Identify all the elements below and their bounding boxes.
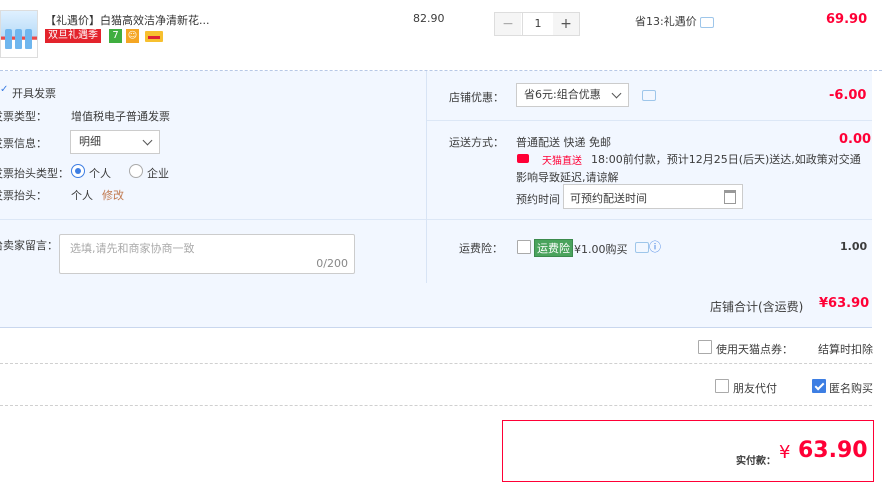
points-note: 结算时扣除 xyxy=(818,343,873,356)
chat-icon[interactable] xyxy=(700,17,714,28)
promotion-note: 省13:礼遇价 xyxy=(635,15,697,28)
invoice-info-select[interactable]: 明细 xyxy=(70,130,160,154)
payment-summary-box: 实付款： ¥ 63.90 xyxy=(502,420,874,482)
invoice-info-value: 明细 xyxy=(79,135,101,148)
divider xyxy=(0,363,872,365)
invoice-edit-link[interactable]: 修改 xyxy=(102,187,124,203)
seller-message-counter: 0/200 xyxy=(316,257,348,270)
store-discount-value: 省6元:组合优惠 xyxy=(524,88,601,101)
divider xyxy=(0,405,872,407)
item-subtotal: 69.90 xyxy=(826,12,868,27)
calendar-icon[interactable] xyxy=(724,190,736,204)
store-discount-amount: -6.00 xyxy=(829,88,867,103)
invoice-info-label: 发票信息： xyxy=(0,137,47,150)
store-total-row: 店铺合计(含运费) ¥63.90 xyxy=(0,283,872,328)
radio-company[interactable] xyxy=(129,164,143,178)
chat-icon[interactable] xyxy=(642,90,656,101)
product-thumbnail[interactable] xyxy=(0,10,38,58)
points-checkbox[interactable] xyxy=(698,340,712,354)
insurance-badge: 运费险 xyxy=(534,239,573,257)
invoice-type-value: 增值税电子普通发票 xyxy=(71,110,170,123)
payment-value: 63.90 xyxy=(798,438,868,463)
radio-personal-label[interactable]: 个人 xyxy=(89,165,111,181)
left-divider xyxy=(0,219,426,220)
invoice-type-label: 发票类型： xyxy=(0,110,47,123)
radio-personal[interactable] xyxy=(71,164,85,178)
invoice-title-label: 发票抬头： xyxy=(0,189,47,202)
chevron-down-icon xyxy=(611,88,622,99)
product-title-link[interactable]: 【礼遇价】白猫高效洁净清新花... xyxy=(45,12,210,28)
quantity-increase-button[interactable]: + xyxy=(553,13,579,35)
invoice-check-icon[interactable]: ✓ xyxy=(0,84,8,95)
right-divider-2 xyxy=(427,219,872,220)
shipping-method: 普通配送 快递 免邮 xyxy=(516,136,611,149)
anonymous-label: 匿名购买 xyxy=(829,382,873,395)
card-payment-icon xyxy=(145,31,163,42)
seller-message-placeholder: 选填,请先和商家协商一致 xyxy=(70,242,195,255)
help-icon[interactable]: ⓘ xyxy=(649,238,661,255)
quantity-input[interactable]: 1 xyxy=(522,13,554,35)
right-divider-1 xyxy=(427,120,872,121)
friend-pay-checkbox[interactable] xyxy=(715,379,729,393)
appointment-placeholder: 可预约配送时间 xyxy=(570,192,647,205)
store-discount-select[interactable]: 省6元:组合优惠 xyxy=(516,83,629,107)
delivery-notice-line2: 影响导致延迟,请谅解 xyxy=(516,171,619,184)
delivery-notice-line1: 18:00前付款，预计12月25日(后天)送达,如政策对交通 xyxy=(591,153,861,166)
shipping-amount: 0.00 xyxy=(839,132,872,147)
chat-icon[interactable] xyxy=(635,242,649,253)
radio-company-label[interactable]: 企业 xyxy=(147,165,169,181)
appointment-time-input[interactable]: 可预约配送时间 xyxy=(563,184,743,209)
store-total-label: 店铺合计(含运费) xyxy=(710,300,804,314)
seller-message-textarea[interactable]: 选填,请先和商家协商一致 0/200 xyxy=(59,234,355,274)
warranty-badge-icon: ☺ xyxy=(126,29,139,43)
chevron-down-icon xyxy=(142,135,153,146)
insurance-price: ¥1.00购买 xyxy=(574,243,628,256)
seller-message-label: 给卖家留言： xyxy=(0,239,58,252)
insurance-label: 运费险： xyxy=(459,242,503,255)
unit-price: 82.90 xyxy=(413,12,445,25)
tmall-direct-label: 天猫直送 xyxy=(542,156,582,167)
invoice-enable-label: 开具发票 xyxy=(12,87,56,100)
quantity-decrease-button[interactable]: − xyxy=(495,13,521,35)
invoice-title-type-label: 发票抬头类型： xyxy=(0,167,69,180)
shipping-label: 运送方式： xyxy=(449,136,504,149)
store-total-value: ¥63.90 xyxy=(819,296,870,311)
appointment-label: 预约时间 xyxy=(516,193,560,206)
points-label: 使用天猫点券： xyxy=(716,343,793,356)
quantity-stepper: − 1 + xyxy=(494,12,580,36)
friend-pay-label: 朋友代付 xyxy=(733,382,777,395)
insurance-checkbox[interactable] xyxy=(517,240,531,254)
store-discount-label: 店铺优惠： xyxy=(449,91,504,104)
tmall-cat-icon xyxy=(517,154,529,163)
seven-day-return-icon: 7 xyxy=(109,29,122,43)
anonymous-checkbox[interactable] xyxy=(812,379,826,393)
payment-label: 实付款： xyxy=(736,456,776,467)
insurance-amount: 1.00 xyxy=(840,240,868,253)
panel-divider xyxy=(426,71,427,283)
payment-currency: ¥ xyxy=(779,442,791,463)
invoice-title-value: 个人 xyxy=(71,189,93,202)
order-item-row: 【礼遇价】白猫高效洁净清新花... 双旦礼遇季 7 ☺ 82.90 − 1 + … xyxy=(0,0,882,71)
sale-season-tag: 双旦礼遇季 xyxy=(45,29,101,43)
